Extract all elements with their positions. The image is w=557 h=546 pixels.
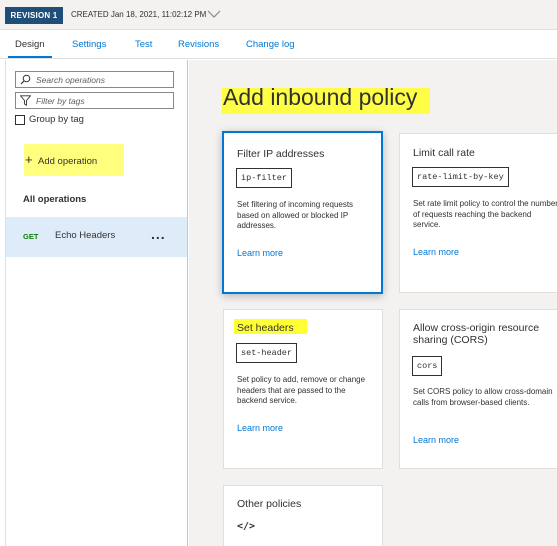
card-description: Set policy to add, remove or change head… — [237, 375, 366, 405]
active-tab-indicator — [8, 56, 52, 58]
card-title: Limit call rate — [413, 147, 475, 159]
chevron-down-icon[interactable] — [207, 9, 221, 19]
operation-method-badge: GET — [23, 232, 39, 241]
policy-code-label: rate-limit-by-key — [412, 167, 509, 187]
plus-icon[interactable]: + — [25, 153, 33, 166]
learn-more-link[interactable]: Learn more — [413, 435, 459, 445]
policy-code-label: ip-filter — [236, 168, 292, 188]
search-placeholder: Search operations — [36, 75, 105, 85]
card-title: Set headers — [237, 322, 294, 334]
card-description: Set filtering of incoming requests based… — [237, 200, 354, 230]
group-by-tag-label: Group by tag — [29, 114, 84, 125]
filter-placeholder: Filter by tags — [36, 96, 85, 106]
policy-code-label: cors — [412, 356, 443, 376]
tab-bar: Design Settings Test Revisions Change lo… — [0, 31, 557, 59]
card-title: Filter IP addresses — [237, 148, 325, 160]
policy-code-label: set-header — [236, 343, 298, 363]
tab-settings[interactable]: Settings — [72, 39, 106, 50]
card-description: Set CORS policy to allow cross-domain ca… — [413, 387, 553, 407]
policy-card-set-header[interactable]: Set headers set-header Set policy to add… — [223, 309, 383, 469]
operations-pane: Search operations Filter by tags Group b… — [0, 60, 188, 546]
tab-change-log[interactable]: Change log — [246, 39, 295, 50]
code-icon: </> — [237, 521, 256, 532]
card-description: Set rate limit policy to control the num… — [413, 199, 557, 229]
learn-more-link[interactable]: Learn more — [413, 247, 459, 257]
operation-row-echo-headers[interactable]: GET Echo Headers ... — [6, 217, 187, 257]
operation-name: Echo Headers — [55, 230, 116, 241]
policy-card-other[interactable]: Other policies </> — [223, 485, 383, 546]
tab-revisions[interactable]: Revisions — [178, 39, 219, 50]
learn-more-link[interactable]: Learn more — [237, 248, 283, 258]
policy-card-ip-filter[interactable]: Filter IP addresses ip-filter Set filter… — [222, 131, 383, 294]
revision-bar: REVISION 1 CREATED Jan 18, 2021, 11:02:1… — [0, 0, 557, 30]
revision-created-date: CREATED Jan 18, 2021, 11:02:12 PM — [71, 10, 207, 19]
left-edge-strip — [0, 60, 6, 546]
policy-card-rate-limit[interactable]: Limit call rate rate-limit-by-key Set ra… — [399, 133, 557, 293]
learn-more-link[interactable]: Learn more — [237, 423, 283, 433]
revision-badge[interactable]: REVISION 1 — [5, 7, 63, 24]
card-title: Other policies — [237, 498, 302, 510]
tab-test[interactable]: Test — [135, 39, 152, 50]
policy-card-cors[interactable]: Allow cross-origin resource sharing (COR… — [399, 309, 557, 469]
card-title: Allow cross-origin resource sharing (COR… — [413, 322, 540, 346]
filter-tags-input[interactable]: Filter by tags — [15, 92, 174, 109]
filter-icon — [20, 95, 31, 106]
search-icon — [20, 74, 31, 85]
search-input[interactable]: Search operations — [15, 71, 174, 88]
add-operation-button[interactable]: Add operation — [38, 156, 97, 167]
group-by-tag-checkbox[interactable] — [15, 115, 25, 125]
page-title: Add inbound policy — [223, 84, 418, 110]
all-operations-item[interactable]: All operations — [23, 194, 86, 205]
tab-design[interactable]: Design — [15, 39, 45, 50]
more-options-icon[interactable]: ... — [151, 226, 166, 242]
